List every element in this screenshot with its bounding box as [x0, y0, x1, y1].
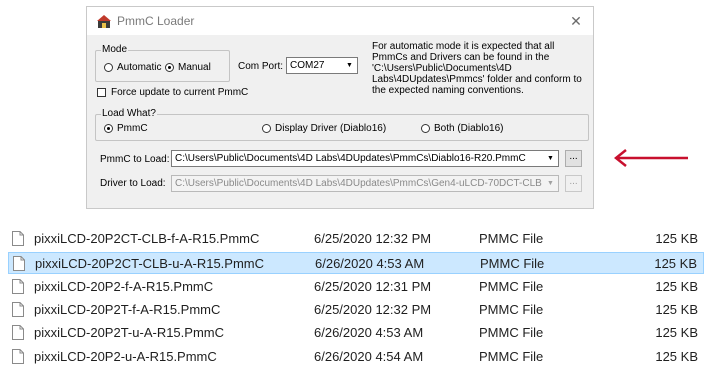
automatic-mode-info: For automatic mode it is expected that a… [372, 41, 582, 96]
force-update-label: Force update to current PmmC [111, 87, 249, 98]
mode-manual-radio[interactable]: Manual [165, 62, 211, 73]
driver-path-select[interactable]: C:\Users\Public\Documents\4D Labs\4DUpda… [171, 175, 559, 192]
file-size: 125 KB [655, 325, 698, 340]
file-name: pixxiLCD-20P2T-u-A-R15.PmmC [34, 325, 224, 340]
file-icon [12, 231, 24, 246]
load-pmmc-radio[interactable]: PmmC [104, 123, 148, 134]
file-size: 125 KB [655, 349, 698, 364]
mode-group: Mode Automatic Manual [95, 44, 230, 82]
mode-legend: Mode [101, 44, 129, 55]
file-icon [12, 349, 24, 364]
file-name: pixxiLCD-20P2T-f-A-R15.PmmC [34, 302, 221, 317]
file-list-row[interactable]: pixxiLCD-20P2T-u-A-R15.PmmC 6/26/2020 4:5… [8, 322, 704, 344]
checkbox-unchecked-icon [97, 88, 106, 97]
file-date-modified: 6/25/2020 12:32 PM [314, 231, 432, 246]
close-icon[interactable]: ✕ [567, 12, 585, 30]
driver-to-load-label: Driver to Load: [100, 178, 166, 189]
file-size: 125 KB [655, 231, 698, 246]
radio-selected-icon [165, 63, 174, 72]
file-date-modified: 6/26/2020 4:53 AM [315, 256, 425, 271]
mode-manual-label: Manual [178, 62, 211, 73]
load-both-label: Both (Diablo16) [434, 123, 504, 134]
pmmc-path-value: C:\Users\Public\Documents\4D Labs\4DUpda… [175, 153, 526, 164]
radio-unselected-icon [104, 63, 113, 72]
load-display-driver-radio[interactable]: Display Driver (Diablo16) [262, 123, 386, 134]
app-icon [97, 15, 111, 28]
file-list-row[interactable]: pixxiLCD-20P2-f-A-R15.PmmC 6/25/2020 12:3… [8, 276, 704, 298]
file-icon [12, 325, 24, 340]
file-size: 125 KB [654, 256, 697, 271]
load-what-group: Load What? PmmC Display Driver (Diablo16… [95, 108, 589, 141]
mode-automatic-label: Automatic [117, 62, 162, 73]
chevron-down-icon[interactable]: ▼ [343, 59, 356, 72]
chevron-down-icon[interactable]: ▼ [544, 177, 557, 190]
load-display-driver-label: Display Driver (Diablo16) [275, 123, 387, 134]
file-list-row[interactable]: pixxiLCD-20P2CT-CLB-f-A-R15.PmmC 6/25/202… [8, 228, 704, 250]
browse-driver-button[interactable]: ... [565, 175, 582, 192]
driver-path-value: C:\Users\Public\Documents\4D Labs\4DUpda… [175, 178, 542, 189]
pmmc-loader-dialog: PmmC Loader ✕ Mode Automatic Manual Com … [86, 6, 594, 209]
com-port-label: Com Port: [238, 61, 284, 72]
com-port-value: COM27 [290, 60, 325, 71]
red-arrow-icon [613, 149, 688, 167]
com-port-select[interactable]: COM27 ▼ [286, 57, 358, 74]
file-icon [12, 279, 24, 294]
load-both-radio[interactable]: Both (Diablo16) [421, 123, 503, 134]
file-type: PMMC File [479, 325, 544, 340]
file-date-modified: 6/26/2020 4:53 AM [314, 325, 424, 340]
file-list-row[interactable]: pixxiLCD-20P2-u-A-R15.PmmC 6/26/2020 4:54… [8, 346, 704, 368]
pmmc-to-load-label: PmmC to Load: [100, 154, 170, 165]
file-date-modified: 6/26/2020 4:54 AM [314, 349, 424, 364]
radio-unselected-icon [262, 124, 271, 133]
file-size: 125 KB [655, 302, 698, 317]
file-name: pixxiLCD-20P2-f-A-R15.PmmC [34, 279, 214, 294]
file-size: 125 KB [655, 279, 698, 294]
file-type: PMMC File [479, 279, 544, 294]
file-icon [13, 256, 25, 271]
title-bar: PmmC Loader ✕ [87, 7, 593, 35]
browse-pmmc-button[interactable]: ... [565, 150, 582, 167]
force-update-checkbox[interactable]: Force update to current PmmC [97, 87, 248, 98]
radio-unselected-icon [421, 124, 430, 133]
file-name: pixxiLCD-20P2CT-CLB-u-A-R15.PmmC [35, 256, 264, 271]
radio-selected-icon [104, 124, 113, 133]
load-what-legend: Load What? [101, 108, 157, 119]
file-date-modified: 6/25/2020 12:31 PM [314, 279, 432, 294]
file-type: PMMC File [479, 231, 544, 246]
pmmc-path-select[interactable]: C:\Users\Public\Documents\4D Labs\4DUpda… [171, 150, 559, 167]
file-name: pixxiLCD-20P2-u-A-R15.PmmC [34, 349, 217, 364]
file-icon [12, 302, 24, 317]
file-date-modified: 6/25/2020 12:32 PM [314, 302, 432, 317]
file-type: PMMC File [479, 302, 544, 317]
file-name: pixxiLCD-20P2CT-CLB-f-A-R15.PmmC [34, 231, 260, 246]
chevron-down-icon[interactable]: ▼ [544, 152, 557, 165]
dialog-title: PmmC Loader [117, 14, 195, 28]
file-list-row[interactable]: pixxiLCD-20P2CT-CLB-u-A-R15.PmmC 6/26/202… [8, 252, 704, 274]
mode-automatic-radio[interactable]: Automatic [104, 62, 161, 73]
file-type: PMMC File [480, 256, 545, 271]
load-pmmc-label: PmmC [117, 123, 148, 134]
file-type: PMMC File [479, 349, 544, 364]
file-list-row[interactable]: pixxiLCD-20P2T-f-A-R15.PmmC 6/25/2020 12:… [8, 299, 704, 321]
